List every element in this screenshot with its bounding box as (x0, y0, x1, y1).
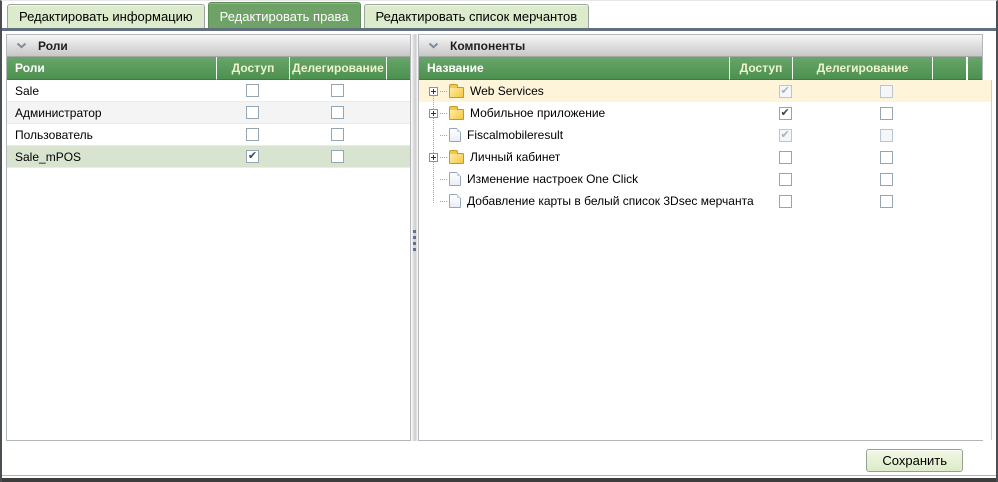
column-header-access[interactable]: Доступ (729, 57, 792, 80)
tab-edit-info[interactable]: Редактировать информацию (7, 4, 205, 28)
component-name: Fiscalmobileresult (467, 128, 563, 142)
delegation-checkbox[interactable] (331, 84, 344, 97)
document-icon (449, 194, 461, 208)
role-name: Пользователь (7, 128, 216, 142)
role-row[interactable]: Sale (7, 80, 410, 102)
roles-panel-header[interactable]: Роли (7, 35, 410, 57)
role-row[interactable]: Пользователь (7, 124, 410, 146)
column-header-spacer (968, 57, 982, 80)
column-header-spacer (932, 57, 966, 80)
access-checkbox[interactable] (779, 195, 792, 208)
roles-table-body: Sale Администратор Пользователь (7, 80, 410, 440)
roles-panel-title: Роли (38, 39, 68, 53)
access-checkbox[interactable] (779, 85, 792, 98)
component-row[interactable]: Изменение настроек One Click (419, 168, 991, 190)
collapse-chevron-icon[interactable] (428, 42, 439, 49)
access-checkbox[interactable] (779, 173, 792, 186)
roles-panel: Роли Роли Доступ Делегирование Sale Адми… (6, 34, 411, 441)
component-name: Изменение настроек One Click (467, 172, 638, 186)
components-panel: Компоненты Название Доступ Делегирование (418, 34, 983, 441)
save-button[interactable]: Сохранить (866, 449, 963, 472)
column-header-access[interactable]: Доступ (216, 57, 289, 80)
delegation-checkbox[interactable] (331, 150, 344, 163)
delegation-checkbox[interactable] (880, 151, 893, 164)
access-checkbox[interactable] (246, 128, 259, 141)
components-panel-title: Компоненты (450, 39, 525, 53)
roles-table-header: Роли Доступ Делегирование (7, 57, 410, 80)
component-row[interactable]: Мобильное приложение (419, 102, 991, 124)
access-checkbox[interactable] (246, 84, 259, 97)
access-checkbox[interactable] (779, 107, 792, 120)
column-header-role[interactable]: Роли (7, 57, 216, 80)
delegation-checkbox[interactable] (880, 129, 893, 142)
access-checkbox[interactable] (246, 150, 259, 163)
column-header-delegation[interactable]: Делегирование (792, 57, 932, 80)
components-tree: Web Services Мобильное приложение (419, 80, 991, 440)
collapse-chevron-icon[interactable] (16, 42, 27, 49)
footer-bar: Сохранить (2, 445, 996, 475)
role-name: Sale_mPOS (7, 150, 216, 164)
expand-icon[interactable] (429, 109, 438, 118)
component-row[interactable]: Добавление карты в белый список 3Dsec ме… (419, 190, 991, 212)
role-row[interactable]: Администратор (7, 102, 410, 124)
component-name: Web Services (470, 84, 544, 98)
expand-icon[interactable] (429, 153, 438, 162)
window-bottom-border (2, 475, 996, 482)
expand-icon[interactable] (429, 87, 438, 96)
splitter-grip-icon (413, 230, 416, 233)
component-row[interactable]: Web Services (419, 80, 991, 102)
folder-icon (449, 87, 464, 98)
component-row[interactable]: Fiscalmobileresult (419, 124, 991, 146)
column-header-name[interactable]: Название (419, 57, 729, 80)
component-name: Добавление карты в белый список 3Dsec ме… (467, 194, 754, 208)
role-row[interactable]: Sale_mPOS (7, 146, 410, 168)
document-icon (449, 172, 461, 186)
delegation-checkbox[interactable] (880, 107, 893, 120)
component-name: Личный кабинет (470, 150, 560, 164)
components-panel-header[interactable]: Компоненты (419, 35, 982, 57)
role-name: Администратор (7, 106, 216, 120)
tab-edit-merchant-list[interactable]: Редактировать список мерчантов (364, 4, 590, 28)
component-row[interactable]: Личный кабинет (419, 146, 991, 168)
access-checkbox[interactable] (779, 129, 792, 142)
access-checkbox[interactable] (246, 106, 259, 119)
tab-edit-rights[interactable]: Редактировать права (208, 2, 361, 28)
delegation-checkbox[interactable] (331, 128, 344, 141)
delegation-checkbox[interactable] (880, 173, 893, 186)
column-header-delegation[interactable]: Делегирование (289, 57, 386, 80)
permissions-window: Редактировать информацию Редактировать п… (0, 0, 998, 482)
components-table-header: Название Доступ Делегирование (419, 57, 982, 80)
access-checkbox[interactable] (779, 151, 792, 164)
document-icon (449, 128, 461, 142)
role-name: Sale (7, 84, 216, 98)
scrollbar-track[interactable] (991, 80, 992, 440)
component-name: Мобильное приложение (470, 106, 605, 120)
column-header-spacer (386, 57, 410, 80)
delegation-checkbox[interactable] (331, 106, 344, 119)
delegation-checkbox[interactable] (880, 195, 893, 208)
tab-bar: Редактировать информацию Редактировать п… (2, 1, 996, 31)
content-area: Роли Роли Доступ Делегирование Sale Адми… (2, 31, 996, 445)
panel-splitter[interactable] (411, 34, 418, 441)
delegation-checkbox[interactable] (880, 85, 893, 98)
folder-icon (449, 153, 464, 164)
folder-icon (449, 109, 464, 120)
